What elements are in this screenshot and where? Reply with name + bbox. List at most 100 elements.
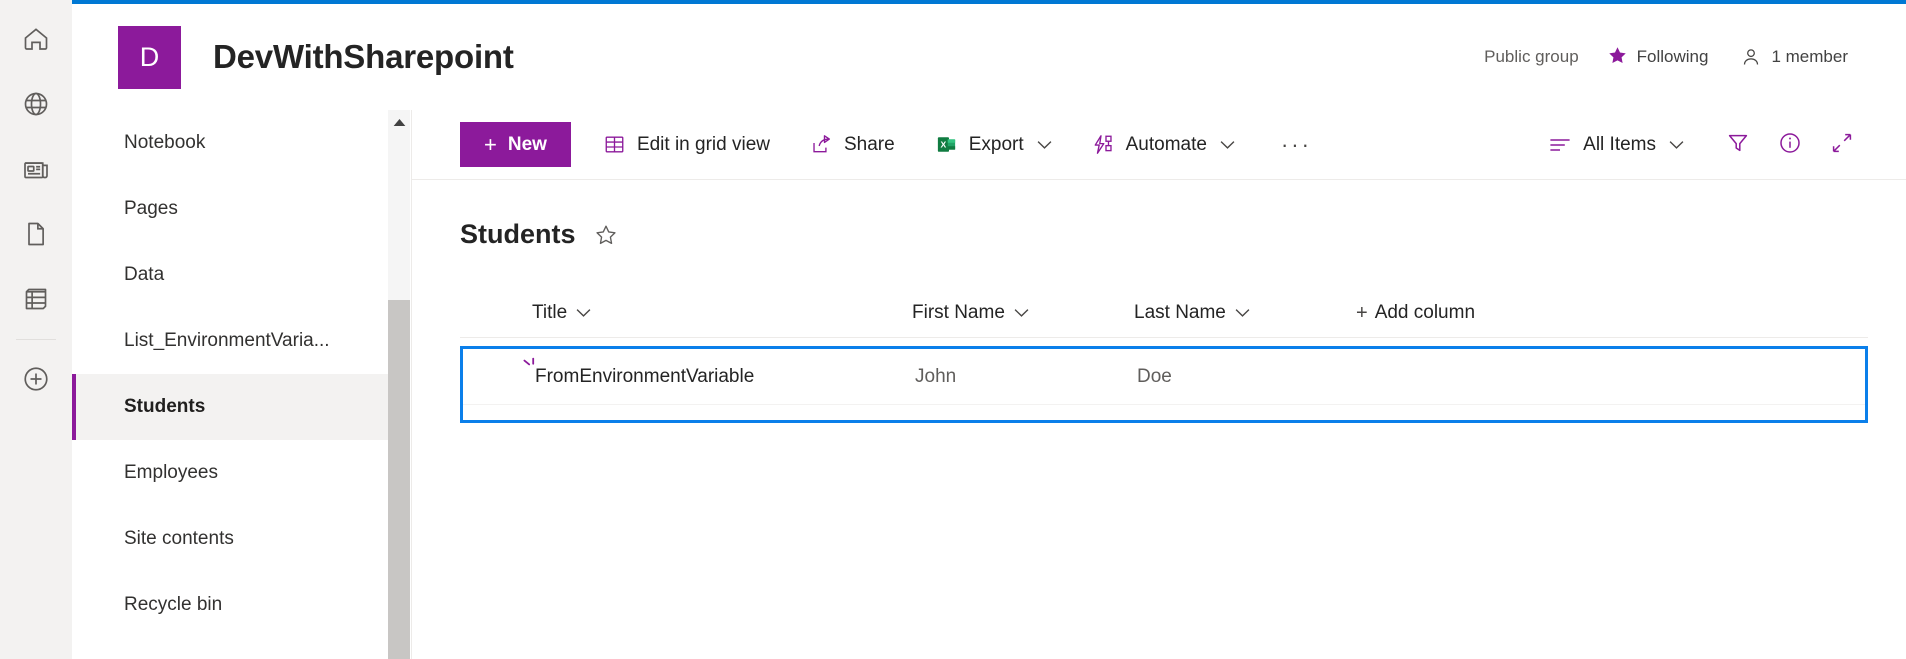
new-button-label: New bbox=[507, 133, 547, 155]
favorite-star-icon[interactable] bbox=[594, 223, 618, 247]
table-header-row: Title First Name Last Name + Add column bbox=[460, 288, 1868, 338]
sidebar-item-list-environmentvariable[interactable]: List_EnvironmentVaria... bbox=[72, 308, 390, 374]
site-logo-letter: D bbox=[139, 41, 160, 72]
chevron-down-icon bbox=[1014, 308, 1029, 318]
expand-diagonal-arrows-icon bbox=[1830, 131, 1854, 158]
svg-text:X: X bbox=[940, 140, 946, 150]
edit-in-grid-view-label: Edit in grid view bbox=[636, 133, 770, 155]
sidebar-item-label: Data bbox=[124, 264, 165, 285]
command-bar-right: All Items bbox=[1534, 122, 1868, 167]
grid-view-icon bbox=[603, 133, 626, 156]
create-circle-plus-icon[interactable] bbox=[0, 346, 72, 411]
sidebar-item-label: List_EnvironmentVaria... bbox=[124, 330, 330, 351]
sidebar-item-recycle-bin[interactable]: Recycle bin bbox=[72, 572, 390, 638]
following-label: Following bbox=[1636, 47, 1709, 66]
sidebar-item-label: Employees bbox=[124, 462, 218, 483]
members-label: 1 member bbox=[1771, 47, 1848, 66]
list-icon[interactable] bbox=[0, 266, 72, 331]
site-navigation-list: Notebook Pages Data List_EnvironmentVari… bbox=[72, 110, 390, 638]
chevron-down-icon bbox=[1037, 140, 1052, 150]
sidebar-item-label: Pages bbox=[124, 198, 178, 219]
info-circle-icon bbox=[1778, 131, 1802, 158]
sidebar-item-label: Notebook bbox=[124, 132, 206, 153]
sidebar-item-label: Site contents bbox=[124, 528, 234, 549]
view-selector-label: All Items bbox=[1583, 133, 1656, 155]
share-icon bbox=[810, 133, 833, 156]
sidebar-item-site-contents[interactable]: Site contents bbox=[72, 506, 390, 572]
sidebar-scrollbar[interactable] bbox=[388, 110, 410, 659]
command-bar: + New Edit in grid view Share X Export A… bbox=[412, 110, 1906, 180]
export-button[interactable]: X Export bbox=[921, 122, 1066, 167]
column-header-label: First Name bbox=[912, 301, 1005, 323]
sidebar-item-pages[interactable]: Pages bbox=[72, 176, 390, 242]
page-title: Students bbox=[460, 219, 576, 249]
sharepoint-list-page: D DevWithSharepoint Public group Followi… bbox=[0, 0, 1906, 659]
sidebar-item-students[interactable]: Students bbox=[72, 374, 390, 440]
details-info-button[interactable] bbox=[1764, 122, 1816, 167]
automate-button-label: Automate bbox=[1125, 133, 1207, 155]
chevron-down-icon bbox=[1235, 308, 1250, 318]
cell-last-name-text: Doe bbox=[1137, 365, 1172, 387]
export-button-label: Export bbox=[968, 133, 1024, 155]
rail-divider bbox=[16, 339, 56, 340]
cell-title-text: FromEnvironmentVariable bbox=[535, 365, 755, 387]
overflow-more-label: ··· bbox=[1280, 131, 1312, 157]
power-automate-icon bbox=[1092, 133, 1115, 156]
site-logo[interactable]: D bbox=[118, 25, 181, 89]
view-selector-button[interactable]: All Items bbox=[1534, 122, 1698, 167]
table-row[interactable]: FromEnvironmentVariable John Doe bbox=[463, 349, 1865, 405]
plus-icon: + bbox=[1356, 301, 1368, 324]
list-title-row: Students bbox=[412, 181, 1906, 250]
add-column-button[interactable]: + Add column bbox=[1356, 302, 1475, 324]
scrollbar-up-arrow-icon[interactable] bbox=[388, 110, 410, 134]
new-item-sparkle-icon bbox=[522, 357, 540, 379]
column-header-title[interactable]: Title bbox=[460, 288, 912, 337]
chevron-down-icon bbox=[576, 308, 591, 318]
site-navigation: Notebook Pages Data List_EnvironmentVari… bbox=[72, 110, 412, 659]
site-header-actions: Public group Following 1 member bbox=[1468, 37, 1864, 78]
home-icon[interactable] bbox=[0, 6, 72, 71]
sidebar-item-employees[interactable]: Employees bbox=[72, 440, 390, 506]
chevron-down-icon bbox=[1220, 140, 1235, 150]
globe-icon[interactable] bbox=[0, 71, 72, 136]
list-table: Title First Name Last Name + Add column … bbox=[412, 288, 1906, 423]
sidebar-item-notebook[interactable]: Notebook bbox=[72, 110, 390, 176]
cell-title[interactable]: FromEnvironmentVariable bbox=[463, 357, 915, 388]
site-title[interactable]: DevWithSharepoint bbox=[213, 38, 514, 76]
add-column-label: Add column bbox=[1374, 301, 1476, 323]
overflow-more-button[interactable]: ··· bbox=[1267, 122, 1326, 167]
chevron-down-icon bbox=[1669, 140, 1684, 150]
filter-funnel-icon bbox=[1726, 131, 1750, 158]
share-button[interactable]: Share bbox=[796, 122, 909, 167]
filter-button[interactable] bbox=[1712, 122, 1764, 167]
cell-first-name[interactable]: John bbox=[915, 366, 1137, 388]
document-icon[interactable] bbox=[0, 201, 72, 266]
site-header: D DevWithSharepoint Public group Followi… bbox=[72, 4, 1906, 110]
view-list-icon bbox=[1548, 135, 1572, 155]
automate-button[interactable]: Automate bbox=[1078, 122, 1249, 167]
new-button[interactable]: + New bbox=[460, 122, 571, 167]
following-button[interactable]: Following bbox=[1591, 37, 1725, 78]
news-icon[interactable] bbox=[0, 136, 72, 201]
list-row-focus-ring: FromEnvironmentVariable John Doe bbox=[460, 346, 1868, 423]
column-header-label: Last Name bbox=[1134, 301, 1226, 323]
sidebar-item-label: Students bbox=[124, 396, 206, 417]
privacy-label: Public group bbox=[1468, 39, 1591, 75]
app-rail bbox=[0, 0, 72, 659]
sidebar-item-data[interactable]: Data bbox=[72, 242, 390, 308]
plus-icon: + bbox=[484, 131, 497, 157]
excel-export-icon: X bbox=[935, 133, 958, 156]
members-button[interactable]: 1 member bbox=[1724, 38, 1864, 76]
edit-in-grid-view-button[interactable]: Edit in grid view bbox=[589, 122, 784, 167]
expand-fullscreen-button[interactable] bbox=[1816, 122, 1868, 167]
cell-last-name[interactable]: Doe bbox=[1137, 366, 1359, 388]
star-filled-icon bbox=[1607, 45, 1628, 70]
column-header-first-name[interactable]: First Name bbox=[912, 288, 1134, 337]
scrollbar-thumb[interactable] bbox=[388, 300, 410, 659]
privacy-label-text: Public group bbox=[1484, 47, 1579, 66]
column-header-label: Title bbox=[532, 301, 568, 323]
column-header-last-name[interactable]: Last Name bbox=[1134, 288, 1356, 337]
cell-first-name-text: John bbox=[915, 365, 957, 387]
list-content-area: Students Title First Name Last Name + Ad… bbox=[412, 181, 1906, 659]
person-icon bbox=[1740, 46, 1762, 68]
